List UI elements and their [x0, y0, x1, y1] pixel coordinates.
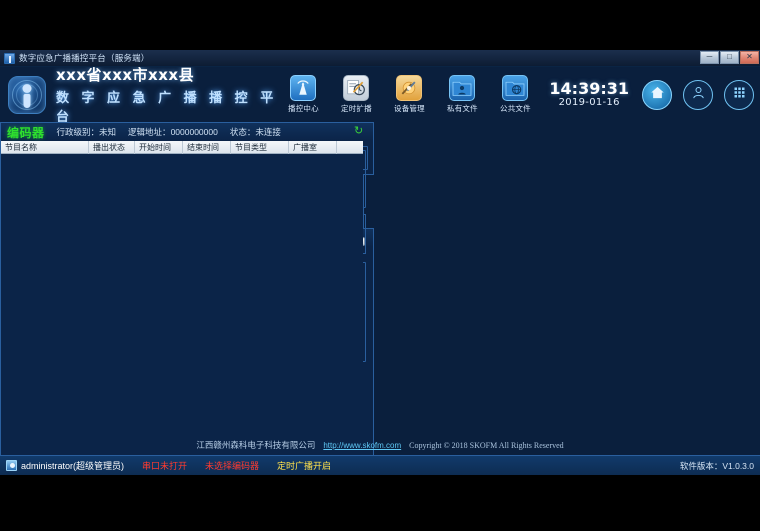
user-button[interactable] [683, 80, 713, 110]
encoder-connection-status: 状态：未连接 [230, 126, 281, 138]
app-header: xxx省xxx市xxx县 数 字 应 急 广 播 播 控 平 台 播控中心 [0, 67, 760, 122]
device-tools-icon [396, 75, 422, 101]
status-bar: administrator(超级管理员) 串口未打开 未选择编码器 定时广播开启… [0, 455, 760, 475]
minimize-button[interactable]: ─ [700, 51, 719, 64]
timer-icon [343, 75, 369, 101]
user-status-icon [6, 460, 17, 471]
main-body: 编码器 行政级别：未知 逻辑地址：0000000000 状态：未连接 ↻ 电源通… [0, 122, 760, 475]
column-header-broadcast-room: 广播室 [289, 141, 337, 154]
encoder-admin-level-value: 未知 [99, 127, 116, 137]
clock-date: 2019-01-16 [549, 97, 629, 108]
footer-bar: 江西赣州森科电子科技有限公司 http://www.skofm.com Copy… [0, 435, 760, 455]
toolbar-item-device-management[interactable]: 设备管理 [388, 75, 430, 114]
status-schedule-state[interactable]: 定时广播开启 [277, 459, 331, 472]
home-icon [650, 85, 665, 105]
footer-website-link[interactable]: http://www.skofm.com [323, 441, 401, 450]
status-encoder-selection[interactable]: 未选择编码器 [205, 459, 259, 472]
refresh-icon[interactable]: ↻ [354, 126, 365, 137]
toolbar-item-broadcast-center[interactable]: 播控中心 [282, 75, 324, 114]
toolbar-item-public-files[interactable]: 公共文件 [494, 75, 536, 114]
scheduled-table-header: 节目名称 播出状态 开始时间 结束时间 节目类型 广播室 [1, 141, 363, 154]
close-button[interactable]: ✕ [740, 51, 759, 64]
toolbar-item-timed-broadcast[interactable]: 定时扩播 [335, 75, 377, 114]
clock-widget: 14:39:31 2019-01-16 [547, 81, 631, 109]
maximize-icon: □ [721, 52, 738, 63]
scheduled-table-body[interactable] [1, 154, 363, 370]
column-header-end-time: 结束时间 [183, 141, 231, 154]
status-current-user: administrator(超级管理员) [21, 459, 124, 472]
broadcast-logo-icon [8, 76, 46, 114]
broadcast-tower-icon [290, 75, 316, 101]
main-toolbar: 播控中心 定时扩播 [282, 75, 760, 114]
toolbar-label: 公共文件 [500, 103, 531, 114]
window-title: 数字应急广播播控平台（服务端） [19, 52, 150, 64]
clock-time: 14:39:31 [549, 81, 629, 98]
toolbar-label: 定时扩播 [341, 103, 372, 114]
column-header-program-name: 节目名称 [1, 141, 89, 154]
encoder-admin-level-label: 行政级别： [57, 127, 100, 137]
column-header-air-status: 播出状态 [89, 141, 135, 154]
application-window: 数字应急广播播控平台（服务端） ─ □ ✕ xxx省xxx市xxx县 数 字 应… [0, 50, 760, 475]
platform-title: 数 字 应 急 广 播 播 控 平 台 [56, 87, 282, 122]
logo-ring-inner [16, 84, 38, 106]
encoder-logic-address-label: 逻辑地址： [128, 127, 171, 137]
minimize-icon: ─ [701, 52, 718, 63]
encoder-logic-address-value: 0000000000 [171, 127, 218, 137]
encoder-status-label: 状态： [230, 127, 256, 137]
encoder-title: 编码器 [7, 124, 45, 141]
window-controls: ─ □ ✕ [699, 51, 759, 66]
column-header-program-type: 节目类型 [231, 141, 289, 154]
maximize-button[interactable]: □ [720, 51, 739, 64]
footer-copyright: Copyright © 2018 SKOFM All Rights Reserv… [409, 441, 564, 450]
brand-title-block: xxx省xxx市xxx县 数 字 应 急 广 播 播 控 平 台 [56, 67, 282, 122]
org-title: xxx省xxx市xxx县 [56, 67, 282, 85]
home-button[interactable] [642, 80, 672, 110]
toolbar-label: 设备管理 [394, 103, 425, 114]
user-icon [691, 85, 706, 105]
column-header-extra [337, 141, 363, 154]
public-folder-icon [502, 75, 528, 101]
encoder-header: 编码器 行政级别：未知 逻辑地址：0000000000 状态：未连接 ↻ [1, 123, 373, 141]
encoder-admin-level: 行政级别：未知 [57, 126, 117, 138]
apps-button[interactable] [724, 80, 754, 110]
close-icon: ✕ [741, 52, 758, 63]
encoder-status-value: 未连接 [255, 127, 281, 137]
apps-grid-icon [732, 85, 747, 105]
app-icon [4, 53, 15, 64]
column-header-start-time: 开始时间 [135, 141, 183, 154]
brand-logo-group: xxx省xxx市xxx县 数 字 应 急 广 播 播 控 平 台 [0, 67, 282, 122]
footer-company: 江西赣州森科电子科技有限公司 [196, 439, 315, 451]
private-folder-icon [449, 75, 475, 101]
toolbar-item-private-files[interactable]: 私有文件 [441, 75, 483, 114]
encoder-logic-address: 逻辑地址：0000000000 [128, 126, 218, 138]
title-bar: 数字应急广播播控平台（服务端） ─ □ ✕ [0, 50, 760, 67]
status-serial-port[interactable]: 串口未打开 [142, 459, 187, 472]
status-software-version: 软件版本：V1.0.3.0 [680, 460, 754, 472]
toolbar-label: 私有文件 [447, 103, 478, 114]
toolbar-label: 播控中心 [288, 103, 319, 114]
